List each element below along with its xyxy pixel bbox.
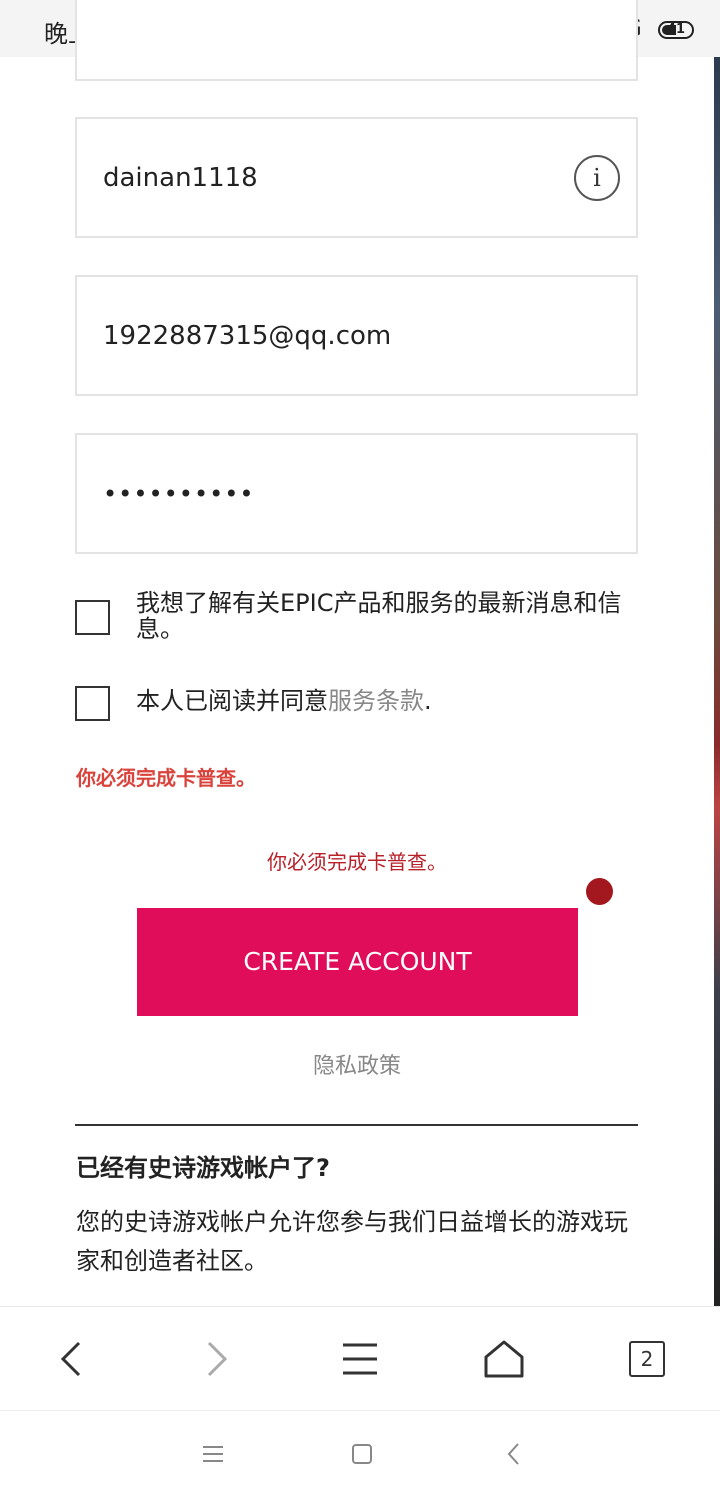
terms-prefix: 本人已阅读并同意 (136, 687, 328, 715)
divider (75, 1124, 638, 1126)
recaptcha-indicator[interactable] (586, 878, 613, 905)
username-field[interactable]: i (75, 117, 638, 238)
battery-level: 41 (666, 22, 686, 37)
forward-icon[interactable] (186, 1333, 246, 1385)
email-field[interactable] (75, 275, 638, 396)
captcha-error-message: 你必须完成卡普查。 (267, 850, 447, 874)
system-navigation (0, 1410, 720, 1496)
info-icon[interactable]: i (574, 155, 620, 201)
system-home-icon[interactable] (345, 1439, 379, 1469)
create-account-button[interactable]: CREATE ACCOUNT (137, 908, 578, 1016)
account-description: 您的史诗游戏帐户允许您参与我们日益增长的游戏玩家和创造者社区。 (76, 1208, 628, 1275)
terms-checkbox[interactable] (75, 686, 110, 721)
username-input[interactable] (103, 155, 583, 201)
home-icon[interactable] (474, 1333, 534, 1385)
password-input[interactable] (103, 471, 583, 517)
newsletter-checkbox[interactable] (75, 600, 110, 635)
previous-field[interactable] (75, 0, 638, 81)
have-account-title: 已经有史诗游戏帐户了? (76, 1154, 330, 1182)
system-back-icon[interactable] (497, 1439, 531, 1469)
back-icon[interactable] (42, 1333, 102, 1385)
tab-count: 2 (629, 1341, 665, 1377)
battery-icon: 41 (658, 21, 694, 39)
browser-toolbar: 2 (0, 1306, 720, 1410)
background-page-edge (714, 57, 720, 1307)
terms-suffix: . (424, 687, 432, 715)
newsletter-label: 我想了解有关EPIC产品和服务的最新消息和信息。 (136, 589, 622, 643)
email-input[interactable] (103, 313, 583, 359)
terms-of-service-link[interactable]: 服务条款 (328, 687, 424, 715)
tabs-icon[interactable]: 2 (617, 1333, 677, 1385)
captcha-error: 你必须完成卡普查。 (76, 766, 256, 790)
recents-icon[interactable] (196, 1439, 230, 1469)
password-field[interactable] (75, 433, 638, 554)
menu-icon[interactable] (330, 1333, 390, 1385)
privacy-policy-link[interactable]: 隐私政策 (0, 1048, 714, 1080)
